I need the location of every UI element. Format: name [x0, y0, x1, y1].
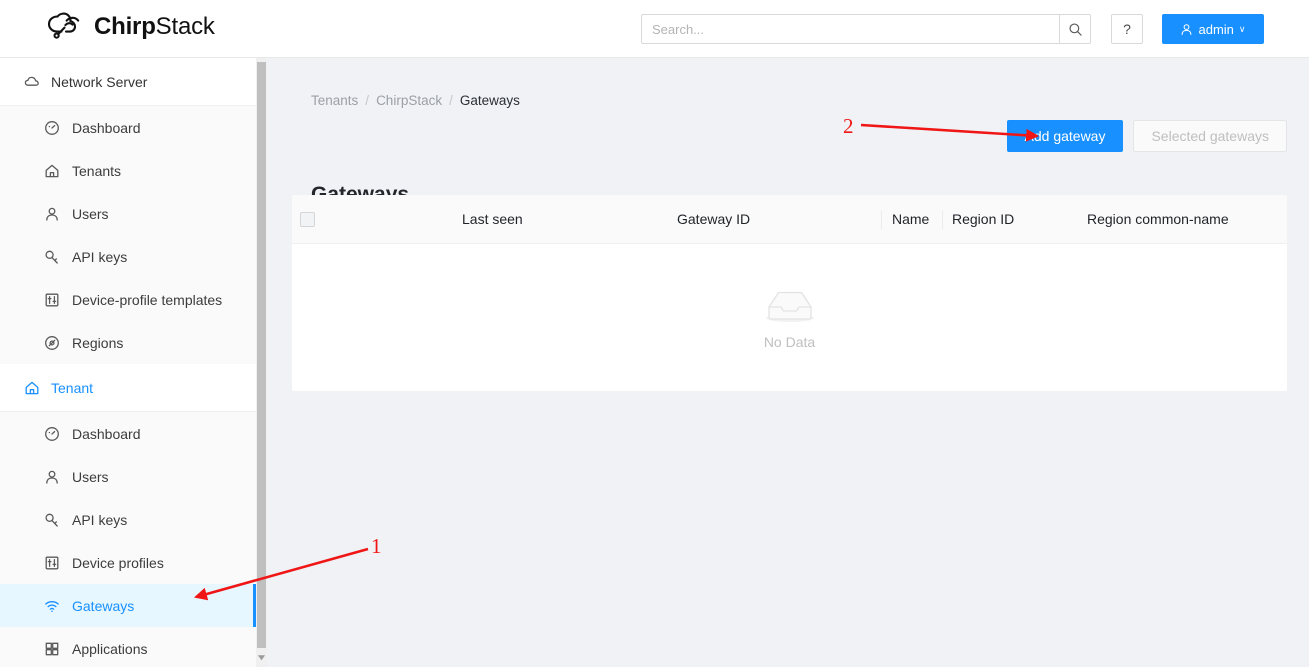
- sidebar-item-label: Users: [72, 206, 109, 222]
- brand-title-light: Stack: [156, 13, 215, 40]
- user-icon: [44, 469, 60, 485]
- sidebar-item-users[interactable]: Users: [0, 455, 256, 498]
- table-column-header-last-seen[interactable]: Last seen: [462, 211, 523, 227]
- sidebar-item-label: Dashboard: [72, 120, 141, 136]
- breadcrumb-separator: /: [365, 93, 369, 108]
- user-menu-label: admin: [1198, 22, 1233, 37]
- home-icon: [44, 163, 60, 179]
- breadcrumb-item-gateways: Gateways: [460, 93, 520, 108]
- breadcrumb: Tenants / ChirpStack / Gateways: [311, 93, 520, 108]
- sidebar-item-label: Dashboard: [72, 426, 141, 442]
- breadcrumb-separator: /: [449, 93, 453, 108]
- sidebar-group-label: Network Server: [51, 74, 147, 90]
- sidebar-item-device-profile-templates[interactable]: Device-profile templates: [0, 278, 256, 321]
- sidebar-item-api-keys[interactable]: API keys: [0, 235, 256, 278]
- chirpstack-cloud-logo-icon: [45, 10, 85, 43]
- add-gateway-button[interactable]: Add gateway: [1007, 120, 1124, 152]
- sliders-icon: [44, 555, 60, 571]
- sidebar-scrollbar-thumb[interactable]: [257, 62, 266, 648]
- breadcrumb-item-chirpstack[interactable]: ChirpStack: [376, 93, 442, 108]
- sidebar-item-dashboard[interactable]: Dashboard: [0, 106, 256, 149]
- sidebar-item-label: Applications: [72, 641, 148, 657]
- table-body-empty: No Data: [292, 244, 1287, 391]
- dashboard-icon: [44, 120, 60, 136]
- brand-title: ChirpStack: [94, 13, 215, 41]
- sidebar-item-users[interactable]: Users: [0, 192, 256, 235]
- sliders-icon: [44, 292, 60, 308]
- table-column-header-region-id[interactable]: Region ID: [952, 211, 1014, 227]
- home-icon: [24, 380, 40, 396]
- gateways-table-card: Last seen Gateway ID Name Region ID Region c…: [292, 195, 1287, 391]
- sidebar-item-dashboard[interactable]: Dashboard: [0, 412, 256, 455]
- global-search: [641, 14, 1091, 44]
- brand-title-bold: Chirp: [94, 13, 156, 40]
- user-icon: [1180, 23, 1193, 36]
- select-all-checkbox[interactable]: [300, 212, 315, 227]
- table-column-divider: [881, 211, 882, 229]
- sidebar-item-tenants[interactable]: Tenants: [0, 149, 256, 192]
- annotation-label-2: 2: [843, 114, 854, 139]
- sidebar-item-label: Device profiles: [72, 555, 164, 571]
- compass-icon: [44, 335, 60, 351]
- sidebar-item-label: API keys: [72, 249, 127, 265]
- sidebar-item-api-keys[interactable]: API keys: [0, 498, 256, 541]
- sidebar-item-regions[interactable]: Regions: [0, 321, 256, 364]
- table-column-header-gateway-id[interactable]: Gateway ID: [677, 211, 750, 227]
- page-action-buttons: Add gateway Selected gateways: [1007, 120, 1287, 152]
- sidebar-group-network-server[interactable]: Network Server: [0, 58, 256, 106]
- sidebar-item-label: Tenants: [72, 163, 121, 179]
- scroll-down-arrow-icon[interactable]: [257, 653, 266, 662]
- user-menu-button[interactable]: admin ∨: [1162, 14, 1264, 44]
- main-content: Tenants / ChirpStack / Gateways Gateways Add…: [267, 58, 1309, 667]
- table-column-header-region-common-name[interactable]: Region common-name: [1087, 211, 1229, 227]
- main-sidebar: Network Server Dashboard Tenants Users API k…: [0, 58, 256, 667]
- search-input[interactable]: [641, 14, 1059, 44]
- wifi-icon: [44, 598, 60, 614]
- search-button[interactable]: [1059, 14, 1091, 44]
- sidebar-item-label: Regions: [72, 335, 123, 351]
- dashboard-icon: [44, 426, 60, 442]
- grid-icon: [44, 641, 60, 657]
- empty-state-text: No Data: [764, 334, 815, 350]
- key-icon: [44, 512, 60, 528]
- sidebar-item-label: Device-profile templates: [72, 292, 222, 308]
- chevron-down-icon: ∨: [1239, 24, 1246, 35]
- cloud-icon: [24, 74, 40, 90]
- sidebar-group-label: Tenant: [51, 380, 93, 396]
- brand-logo-area[interactable]: ChirpStack: [45, 10, 215, 43]
- help-button[interactable]: ?: [1111, 14, 1143, 44]
- annotation-label-1: 1: [371, 534, 382, 559]
- user-icon: [44, 206, 60, 222]
- sidebar-item-label: API keys: [72, 512, 127, 528]
- table-column-divider: [942, 211, 943, 229]
- sidebar-item-applications[interactable]: Applications: [0, 627, 256, 667]
- sidebar-item-gateways[interactable]: Gateways: [0, 584, 256, 627]
- sidebar-item-label: Gateways: [72, 598, 134, 614]
- table-column-header-name[interactable]: Name: [892, 211, 929, 227]
- breadcrumb-item-tenants[interactable]: Tenants: [311, 93, 358, 108]
- key-icon: [44, 249, 60, 265]
- empty-inbox-icon: [758, 285, 822, 326]
- app-header: ChirpStack ? admin ∨: [0, 0, 1309, 58]
- sidebar-group-tenant[interactable]: Tenant: [0, 364, 256, 412]
- search-icon: [1068, 22, 1083, 37]
- sidebar-item-label: Users: [72, 469, 109, 485]
- selected-gateways-button: Selected gateways: [1133, 120, 1287, 152]
- table-header-row: Last seen Gateway ID Name Region ID Region c…: [292, 195, 1287, 244]
- sidebar-item-device-profiles[interactable]: Device profiles: [0, 541, 256, 584]
